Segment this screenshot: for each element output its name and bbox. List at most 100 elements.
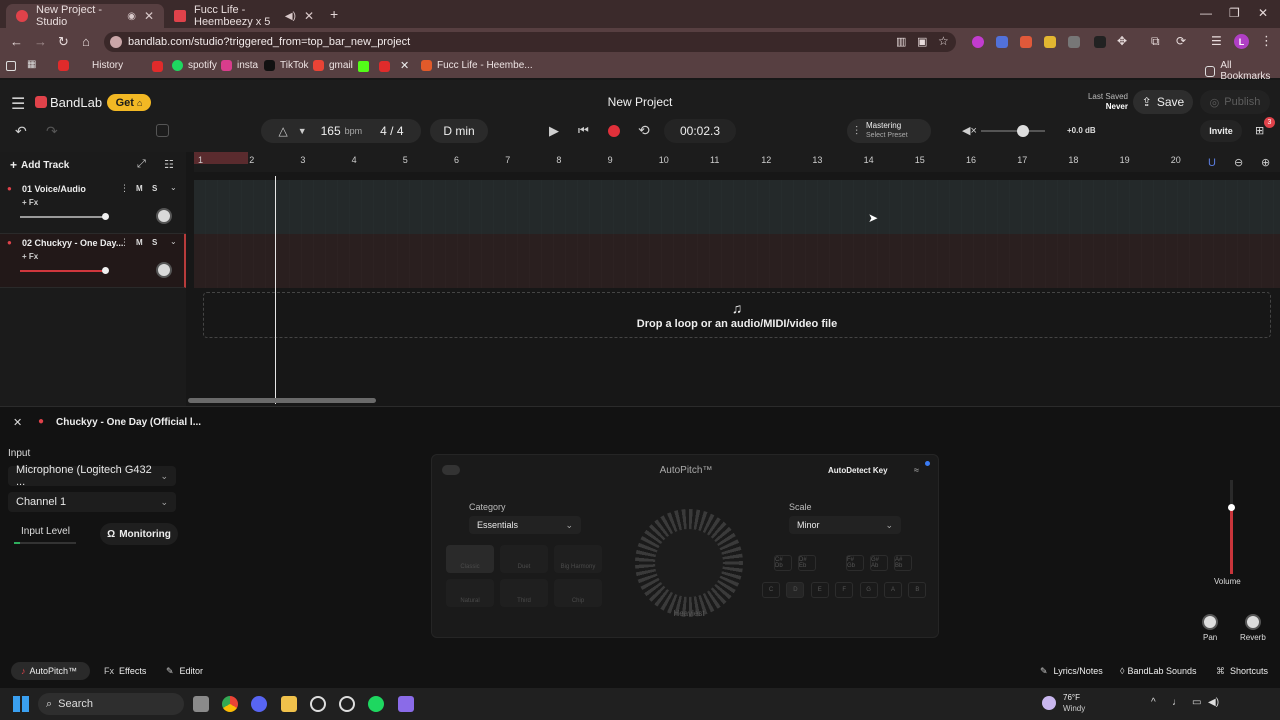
extension-icon[interactable] — [996, 36, 1008, 48]
extensions-puzzle-icon[interactable]: ✥ — [1117, 34, 1127, 48]
forward-icon[interactable]: → — [34, 34, 47, 49]
track-volume-thumb[interactable] — [102, 213, 109, 220]
pan-knob[interactable] — [156, 208, 172, 224]
extension-icon[interactable] — [1044, 36, 1056, 48]
bookmark-history[interactable]: History — [58, 60, 123, 71]
clock-area[interactable] — [1236, 692, 1276, 716]
key-d[interactable]: D — [786, 582, 805, 598]
solo-button[interactable]: S — [152, 184, 157, 193]
add-track-button[interactable]: + Add Track — [10, 158, 69, 172]
pan-knob[interactable] — [1202, 614, 1218, 630]
record-icon[interactable] — [608, 125, 620, 137]
preset-duet[interactable]: Duet — [500, 545, 548, 573]
project-title[interactable]: New Project — [540, 95, 740, 109]
undo-icon[interactable]: ↶ — [15, 123, 27, 140]
solo-button[interactable]: S — [152, 238, 157, 247]
kick-icon[interactable] — [358, 61, 369, 72]
app-icon[interactable] — [339, 696, 355, 712]
invite-button[interactable]: Invite — [1200, 120, 1242, 142]
file-explorer-icon[interactable] — [281, 696, 297, 712]
mute-button[interactable]: M — [136, 238, 143, 247]
pitch-amount-knob[interactable] — [635, 509, 743, 617]
editor-tab[interactable]: ✎ Editor — [156, 662, 213, 680]
volume-fader-thumb[interactable] — [1228, 504, 1235, 511]
pan-knob[interactable] — [156, 262, 172, 278]
category-select[interactable]: Essentials ⌄ — [469, 516, 581, 534]
tab-new-project[interactable]: New Project - Studio ◉ ✕ — [6, 4, 164, 28]
mute-button[interactable]: M — [136, 184, 143, 193]
reload-icon[interactable]: ↻ — [58, 34, 69, 50]
key-e[interactable]: E — [810, 582, 829, 598]
sidepanel-icon[interactable]: ▥ — [896, 35, 906, 48]
more-icon[interactable]: ⋮ — [120, 237, 129, 248]
back-icon[interactable]: ← — [10, 34, 23, 49]
key-sharp-a[interactable]: A# Bb — [894, 555, 912, 571]
publish-button[interactable]: ◎ Publish — [1200, 90, 1270, 114]
settings-icon[interactable]: ≈ — [914, 465, 919, 475]
bookmark-tiktok[interactable]: TikTok — [264, 60, 309, 71]
key-a[interactable]: A — [884, 582, 902, 598]
key-c[interactable]: C — [762, 582, 780, 598]
key-g[interactable]: G — [859, 582, 878, 598]
key-sharp-d[interactable]: D# Eb — [798, 555, 816, 571]
zoom-in-icon[interactable]: ⊕ — [1261, 156, 1270, 169]
track-name[interactable]: 02 Chuckyy - One Day... — [22, 238, 123, 248]
close-tab-icon[interactable]: ✕ — [304, 9, 314, 23]
close-window-icon[interactable]: ✕ — [1258, 6, 1268, 20]
network-icon[interactable]: ▭ — [1192, 697, 1201, 708]
reading-list-icon[interactable]: ☰ — [1211, 34, 1222, 48]
key-sharp-g[interactable]: G# Ab — [870, 555, 888, 571]
play-icon[interactable]: ▶ — [549, 123, 559, 139]
profile-avatar[interactable]: L — [1234, 34, 1249, 49]
volume-tray-icon[interactable]: ◀) — [1208, 697, 1219, 708]
discord-icon[interactable] — [251, 696, 267, 712]
all-bookmarks[interactable]: All Bookmarks — [1205, 60, 1280, 82]
metronome-icon[interactable]: △ — [278, 124, 287, 138]
bookmark-insta[interactable]: insta — [221, 60, 258, 71]
track-header-1[interactable]: ● 01 Voice/Audio ⋮ M S ⌄ + Fx — [0, 180, 186, 234]
bpm-value[interactable]: 165 — [321, 124, 341, 138]
url-field[interactable]: bandlab.com/studio?triggered_from=top_ba… — [104, 32, 956, 52]
master-volume-slider[interactable] — [981, 130, 1045, 132]
restore-icon[interactable]: ❐ — [1229, 6, 1240, 20]
extension-icon[interactable] — [1094, 36, 1106, 48]
panel-toggle-icon[interactable] — [156, 124, 169, 137]
effects-tab[interactable]: Fx Effects — [94, 662, 156, 680]
microphone-tray-icon[interactable]: ♩ — [1172, 697, 1182, 708]
extension-icon[interactable] — [1020, 36, 1032, 48]
track-volume-thumb[interactable] — [102, 267, 109, 274]
bookmark-folder-icon[interactable] — [6, 61, 16, 71]
microphone-select[interactable]: Microphone (Logitech G432 ... ⌄ — [8, 464, 176, 488]
home-icon[interactable]: ⌂ — [82, 34, 90, 49]
gift-icon[interactable]: ⊞ — [1255, 124, 1264, 137]
monitoring-button[interactable]: Ω Monitoring — [100, 523, 178, 545]
task-view-icon[interactable] — [193, 696, 209, 712]
performance-icon[interactable]: ⟳ — [1176, 34, 1186, 48]
timeline-ruler[interactable]: 1 2 3 4 5 6 7 8 9 10 11 12 13 14 15 16 17 18 19 20 — [194, 152, 1280, 172]
spotify-icon[interactable] — [368, 696, 384, 712]
key-f[interactable]: F — [835, 582, 854, 598]
master-volume-thumb[interactable] — [1017, 125, 1029, 137]
track-lane-2[interactable] — [194, 234, 1280, 288]
extension-icon[interactable] — [972, 36, 984, 48]
track-name[interactable]: 01 Voice/Audio — [22, 184, 86, 194]
x-icon[interactable]: ✕ — [400, 59, 409, 72]
automation-icon[interactable]: ⤢ — [137, 158, 146, 171]
chevron-down-icon[interactable]: ▼ — [298, 126, 307, 136]
preset-big-harmony[interactable]: Big Harmony — [554, 545, 602, 573]
new-tab-button[interactable]: + — [330, 6, 338, 22]
apps-grid-icon[interactable]: ▦ — [27, 59, 36, 70]
snap-magnet-icon[interactable]: U — [1208, 157, 1216, 169]
bookmark-gmail[interactable]: gmail — [313, 60, 353, 71]
tab-search-icon[interactable]: ⧉ — [1151, 34, 1160, 49]
youtube-icon[interactable] — [152, 61, 163, 72]
youtube-icon[interactable] — [379, 61, 390, 72]
autopitch-tab[interactable]: ♪ AutoPitch™ — [11, 662, 90, 680]
key-b[interactable]: B — [908, 582, 927, 598]
bandlab-sounds-button[interactable]: ◊ BandLab Sounds — [1110, 662, 1207, 680]
bookmark-spotify[interactable]: spotify — [172, 60, 217, 71]
track-header-2[interactable]: ● 02 Chuckyy - One Day... ⋮ M S ⌄ + Fx — [0, 234, 186, 288]
playhead[interactable] — [275, 176, 276, 404]
preset-classic[interactable]: Classic — [446, 545, 494, 573]
game-controller-icon[interactable] — [398, 696, 414, 712]
